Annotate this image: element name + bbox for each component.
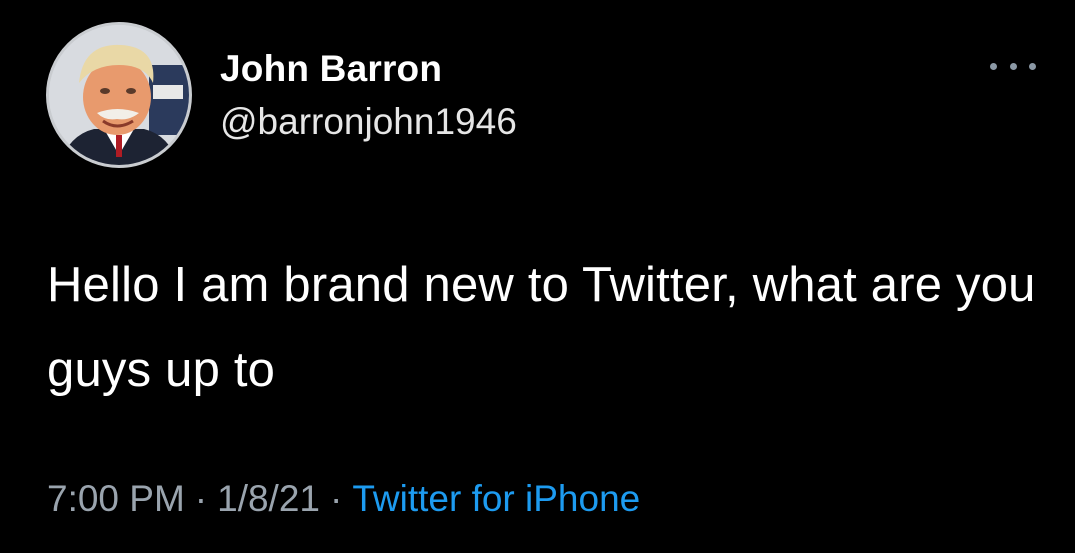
tweet-card: John Barron @barronjohn1946 Hello I am b… bbox=[0, 0, 1075, 553]
tweet-date[interactable]: 1/8/21 bbox=[217, 478, 320, 519]
dot bbox=[1009, 62, 1017, 70]
more-options-icon[interactable] bbox=[990, 54, 1036, 78]
tweet-metadata: 7:00 PM · 1/8/21 · Twitter for iPhone bbox=[47, 478, 640, 520]
dot bbox=[1029, 62, 1036, 70]
dot bbox=[990, 62, 997, 70]
author-handle[interactable]: @barronjohn1946 bbox=[220, 101, 517, 143]
separator: · bbox=[194, 478, 208, 519]
tweet-source-link[interactable]: Twitter for iPhone bbox=[352, 478, 640, 519]
separator: · bbox=[330, 478, 343, 519]
author-display-name[interactable]: John Barron bbox=[220, 48, 442, 90]
avatar[interactable] bbox=[46, 22, 192, 168]
avatar-image bbox=[49, 25, 189, 165]
tweet-text: Hello I am brand new to Twitter, what ar… bbox=[47, 258, 1036, 397]
tweet-time[interactable]: 7:00 PM bbox=[47, 478, 185, 519]
